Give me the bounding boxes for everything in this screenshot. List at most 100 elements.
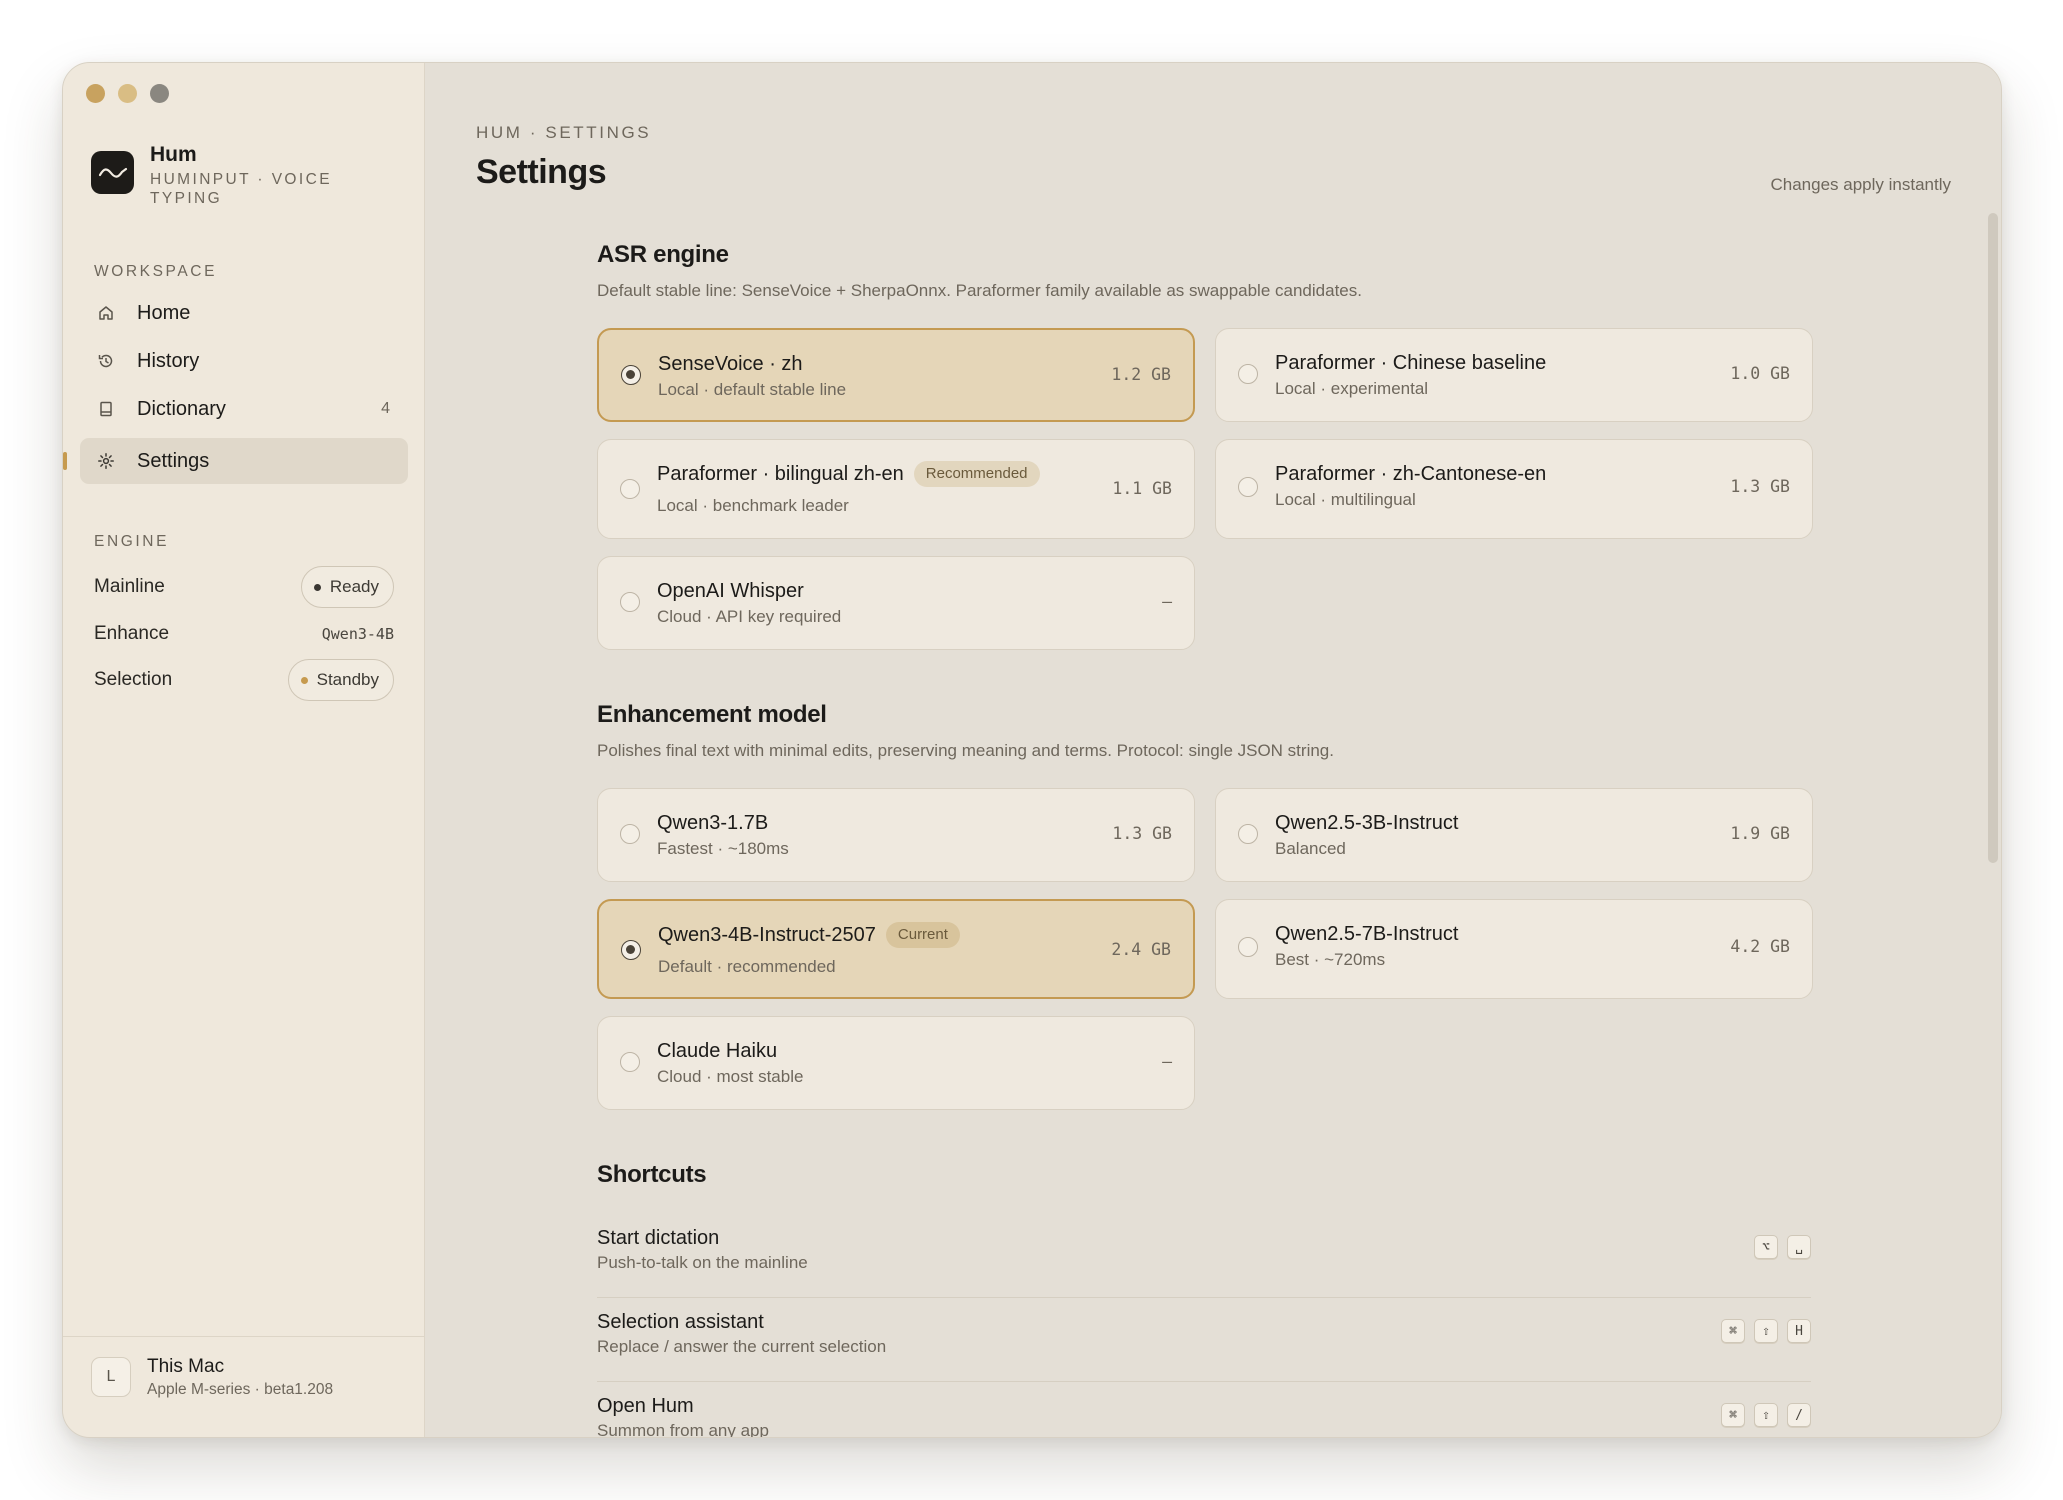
engine-row-selection: Selection Standby bbox=[94, 659, 394, 701]
option-sub: Local · multilingual bbox=[1275, 490, 1416, 509]
sidebar-footer[interactable]: L This Mac Apple M-series · beta1.208 bbox=[63, 1336, 424, 1437]
shortcut-keys[interactable]: ⌘ ⇧ H bbox=[1721, 1319, 1811, 1343]
avatar: L bbox=[91, 1357, 131, 1397]
option-size: 1.3 GB bbox=[1730, 477, 1790, 496]
asr-option-paraformer-cantonese[interactable]: Paraformer · zh-Cantonese-en Local · mul… bbox=[1215, 439, 1813, 539]
engine-row-label: Mainline bbox=[94, 576, 165, 597]
shortcut-keys[interactable]: ⌘ ⇧ / bbox=[1721, 1403, 1811, 1427]
device-sub: Apple M-series · beta1.208 bbox=[147, 1381, 334, 1398]
shortcut-name: Start dictation bbox=[597, 1227, 720, 1249]
status-dot-icon bbox=[300, 676, 308, 684]
option-name: Qwen3-1.7B bbox=[657, 812, 769, 834]
enhancement-section-title: Enhancement model bbox=[597, 701, 827, 728]
asr-option-paraformer-bilingual[interactable]: Paraformer · bilingual zh-en Recommended… bbox=[597, 439, 1195, 539]
option-size: 1.3 GB bbox=[1112, 824, 1172, 843]
radio-button[interactable] bbox=[621, 940, 641, 960]
app-brand: Hum HUMINPUT · VOICE TYPING bbox=[91, 141, 350, 208]
option-sub: Local · experimental bbox=[1275, 379, 1429, 398]
home-icon bbox=[96, 303, 116, 323]
sidebar-item-history[interactable]: History bbox=[80, 338, 408, 384]
shortcut-sub: Replace / answer the current selection bbox=[597, 1337, 887, 1356]
radio-button[interactable] bbox=[620, 479, 640, 499]
sidebar-item-label: Settings bbox=[137, 449, 210, 472]
option-key-icon: ⌥ bbox=[1754, 1235, 1778, 1259]
command-key-icon: ⌘ bbox=[1721, 1403, 1745, 1427]
radio-button[interactable] bbox=[620, 1052, 640, 1072]
enhance-option-qwen2-5-3b[interactable]: Qwen2.5-3B-Instruct Balanced 1.9 GB bbox=[1215, 788, 1813, 882]
app-subtitle: HUMINPUT · VOICE TYPING bbox=[150, 171, 332, 207]
option-name: Qwen2.5-3B-Instruct bbox=[1275, 812, 1459, 834]
shortcut-sub: Push-to-talk on the mainline bbox=[597, 1253, 808, 1272]
slash-key-icon: / bbox=[1787, 1403, 1811, 1427]
enhance-model-value: Qwen3-4B bbox=[321, 625, 394, 643]
scrollbar[interactable] bbox=[1988, 213, 1998, 863]
active-indicator bbox=[63, 452, 67, 470]
shortcut-row-selection-assistant[interactable]: Selection assistant Replace / answer the… bbox=[597, 1297, 1811, 1382]
zoom-window-button[interactable] bbox=[150, 84, 169, 103]
shortcut-row-open-hum[interactable]: Open Hum Summon from any app ⌘ ⇧ / bbox=[597, 1381, 1811, 1437]
shortcut-row-start-dictation[interactable]: Start dictation Push-to-talk on the main… bbox=[597, 1213, 1811, 1298]
main-content: HUM · SETTINGS Settings Changes apply in… bbox=[425, 63, 2001, 1437]
option-name: OpenAI Whisper bbox=[657, 580, 804, 602]
option-name: Claude Haiku bbox=[657, 1040, 778, 1062]
status-text: Ready bbox=[329, 577, 379, 596]
close-window-button[interactable] bbox=[86, 84, 105, 103]
enhancement-section-desc: Polishes final text with minimal edits, … bbox=[597, 741, 1334, 760]
shortcuts-section-title: Shortcuts bbox=[597, 1161, 707, 1188]
sidebar-item-settings[interactable]: Settings bbox=[80, 438, 408, 484]
asr-section-title: ASR engine bbox=[597, 241, 729, 268]
option-sub: Cloud · API key required bbox=[657, 607, 842, 626]
enhance-option-qwen3-1-7b[interactable]: Qwen3-1.7B Fastest · ~180ms 1.3 GB bbox=[597, 788, 1195, 882]
asr-option-sensevoice[interactable]: SenseVoice · zh Local · default stable l… bbox=[597, 328, 1195, 422]
enhance-option-qwen3-4b[interactable]: Qwen3-4B-Instruct-2507 Current Default ·… bbox=[597, 899, 1195, 999]
asr-section-desc: Default stable line: SenseVoice + Sherpa… bbox=[597, 281, 1362, 300]
sidebar-item-label: History bbox=[137, 349, 200, 372]
radio-button[interactable] bbox=[620, 592, 640, 612]
option-name: SenseVoice · zh bbox=[658, 353, 803, 375]
apply-note: Changes apply instantly bbox=[1770, 175, 1951, 194]
radio-button[interactable] bbox=[1238, 477, 1258, 497]
recommended-badge: Recommended bbox=[913, 461, 1040, 487]
dictionary-icon bbox=[96, 399, 116, 419]
enhance-option-claude-haiku[interactable]: Claude Haiku Cloud · most stable – bbox=[597, 1016, 1195, 1110]
radio-button[interactable] bbox=[620, 824, 640, 844]
shift-key-icon: ⇧ bbox=[1754, 1319, 1778, 1343]
app-logo-icon bbox=[91, 151, 134, 194]
app-window: Hum HUMINPUT · VOICE TYPING WORKSPACE Ho… bbox=[62, 62, 2002, 1438]
command-key-icon: ⌘ bbox=[1721, 1319, 1745, 1343]
app-name: Hum bbox=[150, 143, 197, 166]
option-size: 1.1 GB bbox=[1112, 479, 1172, 498]
option-size: 1.0 GB bbox=[1730, 364, 1790, 383]
window-controls bbox=[86, 84, 169, 103]
option-sub: Fastest · ~180ms bbox=[657, 839, 789, 858]
shortcut-keys[interactable]: ⌥ ␣ bbox=[1754, 1235, 1811, 1259]
page-title: Settings bbox=[476, 153, 607, 191]
mainline-status-badge: Ready bbox=[300, 566, 394, 608]
radio-button[interactable] bbox=[1238, 824, 1258, 844]
enhance-option-qwen2-5-7b[interactable]: Qwen2.5-7B-Instruct Best · ~720ms 4.2 GB bbox=[1215, 899, 1813, 999]
engine-row-mainline: Mainline Ready bbox=[94, 566, 394, 608]
minimize-window-button[interactable] bbox=[118, 84, 137, 103]
option-size: 2.4 GB bbox=[1111, 940, 1171, 959]
sidebar-item-home[interactable]: Home bbox=[80, 290, 408, 336]
selection-status-badge: Standby bbox=[287, 659, 394, 701]
sidebar-item-dictionary[interactable]: Dictionary 4 bbox=[80, 386, 408, 432]
radio-button[interactable] bbox=[1238, 937, 1258, 957]
option-name: Paraformer · Chinese baseline bbox=[1275, 352, 1547, 374]
option-size: 1.2 GB bbox=[1111, 365, 1171, 384]
sidebar: Hum HUMINPUT · VOICE TYPING WORKSPACE Ho… bbox=[63, 63, 425, 1437]
asr-option-openai-whisper[interactable]: OpenAI Whisper Cloud · API key required … bbox=[597, 556, 1195, 650]
breadcrumb: HUM · SETTINGS bbox=[476, 123, 652, 142]
dictionary-count-badge: 4 bbox=[381, 400, 390, 417]
radio-button[interactable] bbox=[621, 365, 641, 385]
space-key-icon: ␣ bbox=[1787, 1235, 1811, 1259]
shortcut-name: Selection assistant bbox=[597, 1311, 764, 1333]
gear-icon bbox=[96, 451, 116, 471]
asr-option-paraformer-chinese[interactable]: Paraformer · Chinese baseline Local · ex… bbox=[1215, 328, 1813, 422]
radio-button[interactable] bbox=[1238, 364, 1258, 384]
h-key-icon: H bbox=[1787, 1319, 1811, 1343]
option-size: 1.9 GB bbox=[1730, 824, 1790, 843]
shortcut-name: Open Hum bbox=[597, 1395, 694, 1417]
current-badge: Current bbox=[885, 922, 960, 948]
sidebar-item-label: Dictionary bbox=[137, 397, 226, 420]
